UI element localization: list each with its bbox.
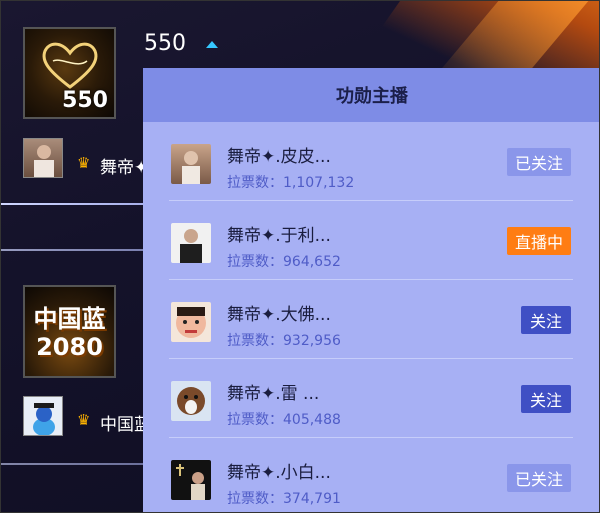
follow-button[interactable]: 关注 (521, 306, 571, 334)
anchor-name[interactable]: 舞帝✦.大佛... (227, 300, 331, 325)
anchor-card-thumbnail[interactable]: 中国蓝 2080 (23, 285, 116, 378)
vote-count: 拉票数：1,107,132 (227, 175, 355, 191)
list-item[interactable]: 舞帝✦.小白... 拉票数：374,791 已关注 (143, 438, 599, 512)
user-name[interactable]: 舞帝✦ (100, 153, 148, 178)
anchor-name[interactable]: 舞帝✦.小白... (227, 458, 331, 483)
anchor-name[interactable]: 舞帝✦.雷 ... (227, 379, 319, 404)
live-status-button[interactable]: 直播中 (506, 227, 571, 255)
avatar[interactable] (171, 460, 211, 500)
vote-count: 拉票数：405,488 (227, 412, 341, 428)
mascot-avatar-icon (33, 403, 55, 435)
app-frame: 550 550 ♛ 舞帝✦ 中国蓝 2080 ♛ 中国蓝 功勋主播 舞帝✦.皮皮… (0, 0, 600, 513)
person-avatar-icon (176, 307, 206, 338)
person-avatar-icon (180, 229, 202, 263)
popup-title: 功勋主播 (143, 68, 599, 122)
list-item[interactable]: 舞帝✦.大佛... 拉票数：932,956 关注 (143, 280, 599, 359)
list-item[interactable]: 舞帝✦.雷 ... 拉票数：405,488 关注 (143, 359, 599, 438)
avatar[interactable] (23, 396, 63, 436)
followed-button[interactable]: 已关注 (506, 464, 571, 492)
vote-count: 拉票数：964,652 (227, 254, 341, 270)
vote-count: 拉票数：932,956 (227, 333, 341, 349)
list-item[interactable]: 舞帝✦.皮皮... 拉票数：1,107,132 已关注 (143, 122, 599, 201)
person-avatar-icon (177, 387, 205, 415)
person-avatar-icon (176, 464, 205, 500)
avatar[interactable] (23, 138, 63, 178)
heart-logo-icon (42, 42, 98, 89)
person-avatar-icon (182, 151, 200, 184)
list-item[interactable]: 舞帝✦.于利... 拉票数：964,652 直播中 (143, 201, 599, 280)
thumbnail-number: 550 (62, 88, 108, 113)
anchor-name[interactable]: 舞帝✦.于利... (227, 221, 331, 246)
top-anchors-popup: 功勋主播 舞帝✦.皮皮... 拉票数：1,107,132 已关注 舞帝✦.于利.… (143, 68, 599, 512)
thumbnail-number: 2080 (36, 333, 103, 361)
vote-count: 拉票数：374,791 (227, 491, 341, 507)
vote-score: 550 (144, 31, 186, 56)
anchor-name[interactable]: 舞帝✦.皮皮... (227, 142, 331, 167)
avatar[interactable] (171, 381, 211, 421)
avatar[interactable] (171, 302, 211, 342)
followed-button[interactable]: 已关注 (506, 148, 571, 176)
avatar[interactable] (171, 223, 211, 263)
crown-icon: ♛ (77, 154, 91, 172)
follow-button[interactable]: 关注 (521, 385, 571, 413)
avatar[interactable] (171, 144, 211, 184)
caret-up-icon[interactable] (206, 41, 218, 48)
anchor-card-thumbnail[interactable]: 550 (23, 27, 116, 119)
thumbnail-title: 中国蓝 (33, 305, 106, 333)
person-avatar-icon (34, 145, 54, 177)
crown-icon: ♛ (77, 411, 91, 429)
